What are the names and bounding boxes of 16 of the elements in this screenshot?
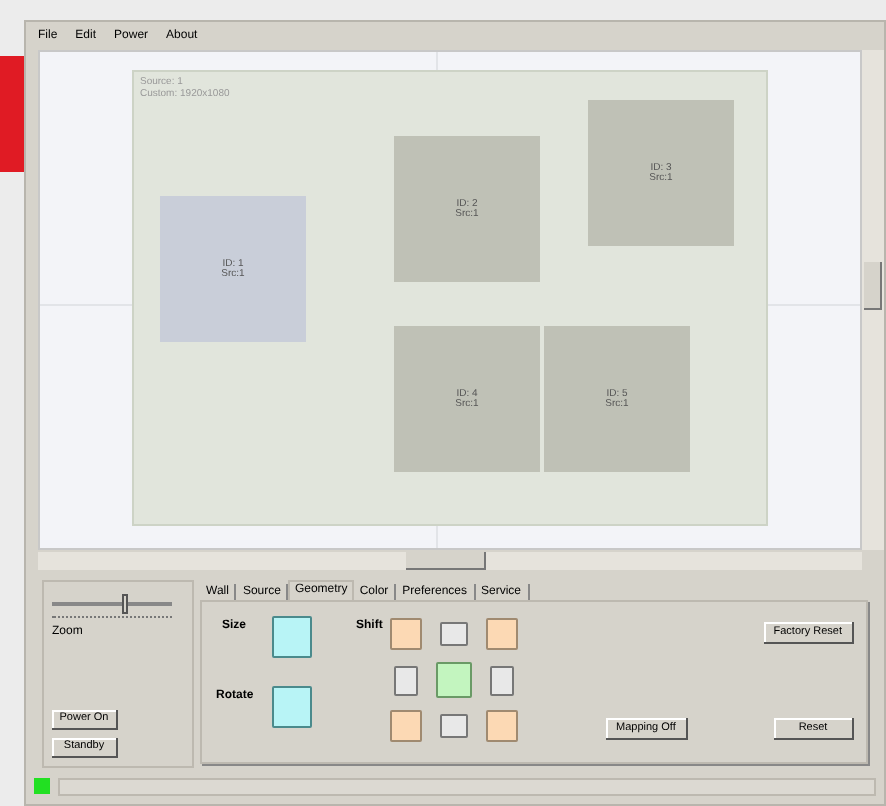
zoom-slider[interactable] — [52, 594, 172, 614]
shift-pad-button[interactable] — [436, 662, 472, 698]
shift-pad-button[interactable] — [394, 665, 418, 695]
shift-pad-button[interactable] — [440, 622, 468, 646]
shift-pad-button[interactable] — [486, 618, 518, 650]
slider-ticks — [52, 616, 172, 620]
scrollbar-thumb[interactable] — [406, 552, 486, 570]
shift-pad-button[interactable] — [390, 618, 422, 650]
shift-pad-button[interactable] — [390, 710, 422, 742]
shift-pad-button[interactable] — [486, 710, 518, 742]
rotate-control[interactable] — [272, 686, 312, 728]
shift-pad-button[interactable] — [440, 714, 468, 738]
slider-thumb[interactable] — [122, 594, 129, 614]
shift-pad-button[interactable] — [490, 665, 514, 695]
size-control[interactable] — [272, 616, 312, 658]
scrollbar-thumb[interactable] — [864, 262, 882, 310]
